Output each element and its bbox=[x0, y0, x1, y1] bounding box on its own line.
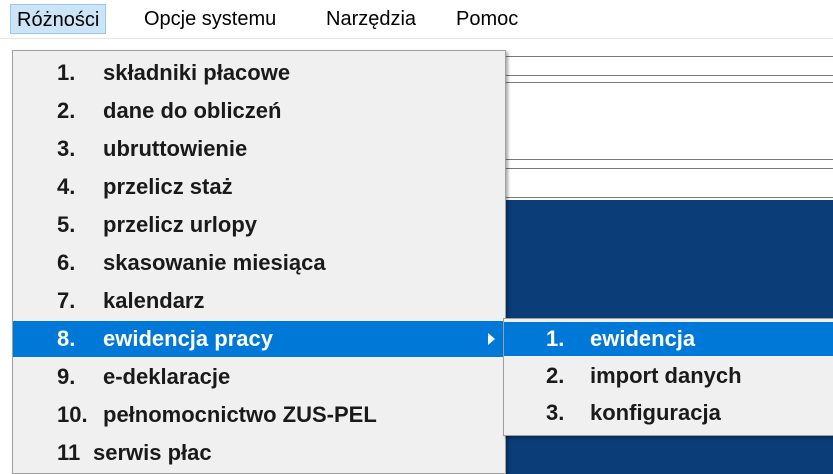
menu-item-number: 2. bbox=[57, 98, 76, 123]
menu-item-kalendarz[interactable]: 7. kalendarz bbox=[13, 283, 505, 319]
menu-item-label: dane do obliczeń bbox=[103, 98, 282, 123]
menu-item-number: 11 bbox=[57, 440, 81, 465]
menu-pomoc[interactable]: Pomoc bbox=[450, 4, 524, 34]
menu-bar: Różności Opcje systemu Narzędzia Pomoc bbox=[0, 0, 833, 39]
submenu-item-number: 3. bbox=[546, 400, 565, 425]
menu-item-e-deklaracje[interactable]: 9. e-deklaracje bbox=[13, 359, 505, 395]
menu-item-dane-do-obliczen[interactable]: 2. dane do obliczeń bbox=[13, 93, 505, 129]
menu-item-ubruttowienie[interactable]: 3. ubruttowienie bbox=[13, 131, 505, 167]
menu-item-number: 9. bbox=[57, 364, 76, 389]
submenu-item-number: 2. bbox=[546, 363, 565, 388]
menu-item-label: przelicz urlopy bbox=[103, 212, 258, 237]
menu-item-skladniki-placowe[interactable]: 1. składniki płacowe bbox=[13, 55, 505, 91]
submenu-item-label: import danych bbox=[590, 363, 742, 388]
menu-item-number: 6. bbox=[57, 250, 76, 275]
menu-item-number: 3. bbox=[57, 136, 76, 161]
submenu-item-label: konfiguracja bbox=[590, 400, 721, 425]
menu-item-label: składniki płacowe bbox=[103, 60, 291, 85]
submenu-item-label: ewidencja bbox=[590, 326, 696, 351]
menu-item-number: 8. bbox=[57, 326, 76, 351]
menu-rozne[interactable]: Różności bbox=[10, 4, 107, 34]
menu-item-label: pełnomocnictwo ZUS-PEL bbox=[103, 402, 377, 427]
menu-narzedzia[interactable]: Narzędzia bbox=[320, 4, 422, 34]
background-panel bbox=[505, 82, 833, 160]
menu-item-ewidencja-pracy[interactable]: 8. ewidencja pracy bbox=[13, 321, 505, 357]
menu-item-serwis-plac[interactable]: 11 serwis płac bbox=[13, 435, 505, 471]
menu-item-pelnomocnictwo-zus-pel[interactable]: 10. pełnomocnictwo ZUS-PEL bbox=[13, 397, 505, 433]
background-field bbox=[505, 168, 833, 198]
submenu-item-ewidencja[interactable]: 1. ewidencja bbox=[504, 322, 833, 356]
rozne-dropdown-menu: 1. składniki płacowe 2. dane do obliczeń… bbox=[12, 50, 506, 474]
menu-item-number: 1. bbox=[57, 60, 76, 85]
menu-item-label: e-deklaracje bbox=[103, 364, 231, 389]
menu-item-skasowanie-miesiaca[interactable]: 6. skasowanie miesiąca bbox=[13, 245, 505, 281]
menu-opcje-systemu[interactable]: Opcje systemu bbox=[138, 4, 282, 34]
ewidencja-pracy-submenu: 1. ewidencja 2. import danych 3. konfigu… bbox=[503, 318, 833, 436]
menu-item-label: serwis płac bbox=[93, 440, 212, 465]
submenu-item-konfiguracja[interactable]: 3. konfiguracja bbox=[504, 396, 833, 430]
menu-item-przelicz-staz[interactable]: 4. przelicz staż bbox=[13, 169, 505, 205]
menu-item-number: 4. bbox=[57, 174, 76, 199]
submenu-arrow-icon bbox=[488, 333, 495, 345]
menu-item-number: 7. bbox=[57, 288, 76, 313]
menu-item-number: 10. bbox=[57, 402, 88, 427]
menu-item-label: ubruttowienie bbox=[103, 136, 248, 161]
submenu-item-import-danych[interactable]: 2. import danych bbox=[504, 359, 833, 393]
menu-item-przelicz-urlopy[interactable]: 5. przelicz urlopy bbox=[13, 207, 505, 243]
menu-item-label: skasowanie miesiąca bbox=[103, 250, 326, 275]
submenu-item-number: 1. bbox=[546, 326, 565, 351]
menu-item-number: 5. bbox=[57, 212, 76, 237]
menu-item-label: kalendarz bbox=[103, 288, 205, 313]
menu-item-label: przelicz staż bbox=[103, 174, 233, 199]
background-field bbox=[505, 56, 833, 76]
menu-item-label: ewidencja pracy bbox=[103, 326, 273, 351]
